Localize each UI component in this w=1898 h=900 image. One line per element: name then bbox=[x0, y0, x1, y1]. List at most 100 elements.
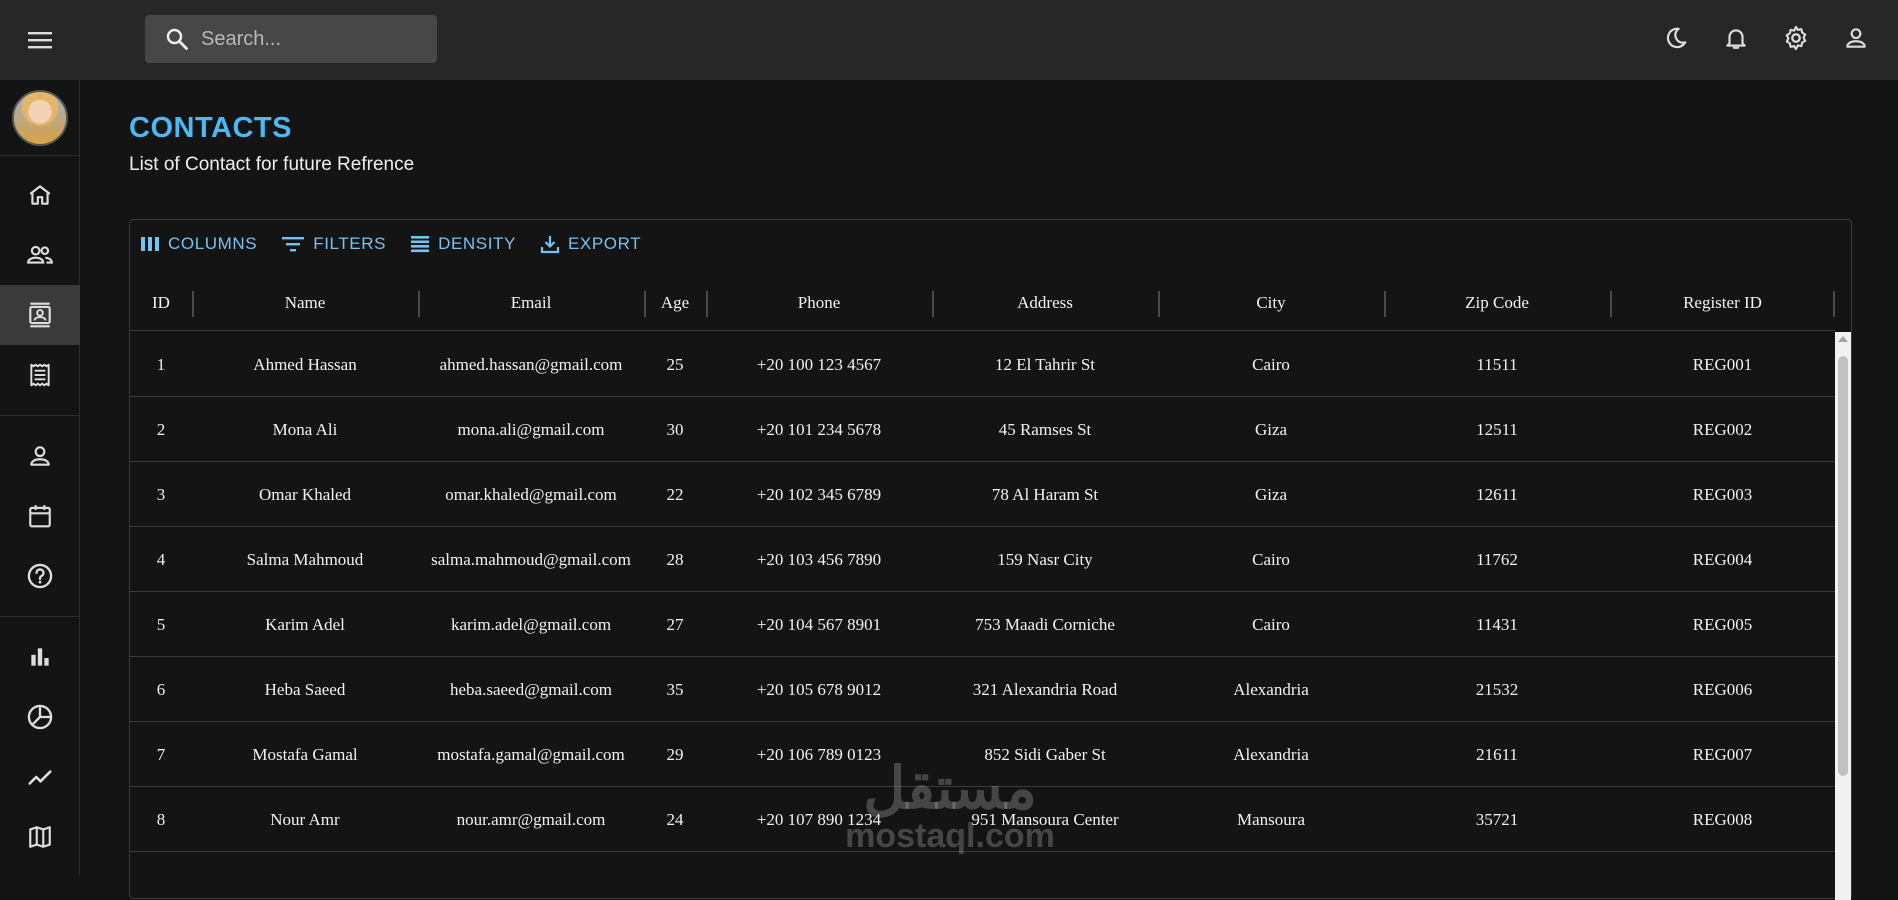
sidebar-item-invoices[interactable] bbox=[0, 345, 80, 405]
cell-id[interactable]: 8 bbox=[130, 787, 192, 852]
table-row[interactable]: 6 Heba Saeed heba.saeed@gmail.com 35 +20 105… bbox=[130, 657, 1835, 722]
cell-id[interactable]: 2 bbox=[130, 397, 192, 462]
cell-age[interactable]: 35 bbox=[644, 657, 706, 722]
sidebar-item-calendar[interactable] bbox=[0, 486, 80, 546]
cell-age[interactable]: 29 bbox=[644, 722, 706, 787]
cell-id[interactable]: 4 bbox=[130, 527, 192, 592]
cell-register-id[interactable]: REG004 bbox=[1610, 527, 1835, 592]
column-header-address[interactable]: Address bbox=[932, 275, 1158, 331]
sidebar-item-bar-chart[interactable] bbox=[0, 627, 80, 687]
cell-email[interactable]: nour.amr@gmail.com bbox=[418, 787, 644, 852]
column-header-city[interactable]: City bbox=[1158, 275, 1384, 331]
cell-register-id[interactable]: REG002 bbox=[1610, 397, 1835, 462]
cell-age[interactable]: 22 bbox=[644, 462, 706, 527]
cell-address[interactable]: 45 Ramses St bbox=[932, 397, 1158, 462]
cell-zip-code[interactable]: 21611 bbox=[1384, 722, 1610, 787]
cell-city[interactable]: Cairo bbox=[1158, 527, 1384, 592]
cell-phone[interactable]: +20 107 890 1234 bbox=[706, 787, 932, 852]
vertical-scrollbar[interactable] bbox=[1835, 332, 1851, 900]
sidebar-item-faq[interactable] bbox=[0, 546, 80, 606]
cell-city[interactable]: Mansoura bbox=[1158, 787, 1384, 852]
cell-age[interactable]: 25 bbox=[644, 332, 706, 397]
table-row[interactable]: 7 Mostafa Gamal mostafa.gamal@gmail.com 29 +… bbox=[130, 722, 1835, 787]
cell-address[interactable]: 321 Alexandria Road bbox=[932, 657, 1158, 722]
cell-address[interactable]: 159 Nasr City bbox=[932, 527, 1158, 592]
cell-phone[interactable]: +20 104 567 8901 bbox=[706, 592, 932, 657]
sidebar-item-pie-chart[interactable] bbox=[0, 687, 80, 747]
column-header-id[interactable]: ID bbox=[130, 275, 192, 331]
sidebar-item-dashboard[interactable] bbox=[0, 165, 80, 225]
table-row[interactable]: 8 Nour Amr nour.amr@gmail.com 24 +20 107 890… bbox=[130, 787, 1835, 852]
cell-zip-code[interactable]: 11431 bbox=[1384, 592, 1610, 657]
cell-city[interactable]: Alexandria bbox=[1158, 722, 1384, 787]
cell-phone[interactable]: +20 100 123 4567 bbox=[706, 332, 932, 397]
profile-button[interactable] bbox=[1838, 20, 1874, 56]
cell-id[interactable]: 3 bbox=[130, 462, 192, 527]
cell-address[interactable]: 12 El Tahrir St bbox=[932, 332, 1158, 397]
table-row[interactable]: 1 Ahmed Hassan ahmed.hassan@gmail.com 25 +20… bbox=[130, 332, 1835, 397]
cell-zip-code[interactable]: 11762 bbox=[1384, 527, 1610, 592]
cell-name[interactable]: Mostafa Gamal bbox=[192, 722, 418, 787]
cell-city[interactable]: Cairo bbox=[1158, 332, 1384, 397]
table-row[interactable]: 4 Salma Mahmoud salma.mahmoud@gmail.com 28 +… bbox=[130, 527, 1835, 592]
cell-zip-code[interactable]: 35721 bbox=[1384, 787, 1610, 852]
column-header-register-id[interactable]: Register ID bbox=[1610, 275, 1835, 331]
cell-zip-code[interactable]: 12511 bbox=[1384, 397, 1610, 462]
cell-address[interactable]: 753 Maadi Corniche bbox=[932, 592, 1158, 657]
cell-name[interactable]: Salma Mahmoud bbox=[192, 527, 418, 592]
cell-city[interactable]: Cairo bbox=[1158, 592, 1384, 657]
column-header-email[interactable]: Email bbox=[418, 275, 644, 331]
cell-age[interactable]: 30 bbox=[644, 397, 706, 462]
column-separator[interactable] bbox=[1833, 291, 1835, 317]
column-header-zip-code[interactable]: Zip Code bbox=[1384, 275, 1610, 331]
cell-address[interactable]: 951 Mansoura Center bbox=[932, 787, 1158, 852]
menu-button[interactable] bbox=[22, 22, 58, 58]
dark-mode-button[interactable] bbox=[1658, 20, 1694, 56]
column-header-phone[interactable]: Phone bbox=[706, 275, 932, 331]
column-header-age[interactable]: Age bbox=[644, 275, 706, 331]
cell-id[interactable]: 5 bbox=[130, 592, 192, 657]
cell-phone[interactable]: +20 105 678 9012 bbox=[706, 657, 932, 722]
cell-city[interactable]: Giza bbox=[1158, 462, 1384, 527]
cell-register-id[interactable]: REG008 bbox=[1610, 787, 1835, 852]
avatar[interactable] bbox=[12, 90, 68, 146]
sidebar-item-contacts[interactable] bbox=[0, 285, 80, 345]
cell-name[interactable]: Nour Amr bbox=[192, 787, 418, 852]
cell-email[interactable]: heba.saeed@gmail.com bbox=[418, 657, 644, 722]
cell-phone[interactable]: +20 102 345 6789 bbox=[706, 462, 932, 527]
density-button[interactable]: DENSITY bbox=[410, 234, 516, 254]
sidebar-item-profile-form[interactable] bbox=[0, 426, 80, 486]
cell-name[interactable]: Mona Ali bbox=[192, 397, 418, 462]
settings-button[interactable] bbox=[1778, 20, 1814, 56]
cell-email[interactable]: mostafa.gamal@gmail.com bbox=[418, 722, 644, 787]
cell-register-id[interactable]: REG006 bbox=[1610, 657, 1835, 722]
cell-name[interactable]: Ahmed Hassan bbox=[192, 332, 418, 397]
cell-zip-code[interactable]: 21532 bbox=[1384, 657, 1610, 722]
cell-register-id[interactable]: REG007 bbox=[1610, 722, 1835, 787]
cell-register-id[interactable]: REG005 bbox=[1610, 592, 1835, 657]
sidebar-item-line-chart[interactable] bbox=[0, 747, 80, 807]
cell-name[interactable]: Omar Khaled bbox=[192, 462, 418, 527]
cell-zip-code[interactable]: 12611 bbox=[1384, 462, 1610, 527]
cell-city[interactable]: Alexandria bbox=[1158, 657, 1384, 722]
cell-address[interactable]: 852 Sidi Gaber St bbox=[932, 722, 1158, 787]
cell-email[interactable]: omar.khaled@gmail.com bbox=[418, 462, 644, 527]
cell-name[interactable]: Karim Adel bbox=[192, 592, 418, 657]
filters-button[interactable]: FILTERS bbox=[281, 234, 386, 254]
cell-id[interactable]: 1 bbox=[130, 332, 192, 397]
table-row[interactable]: 2 Mona Ali mona.ali@gmail.com 30 +20 101 234… bbox=[130, 397, 1835, 462]
cell-id[interactable]: 7 bbox=[130, 722, 192, 787]
table-row[interactable]: 5 Karim Adel karim.adel@gmail.com 27 +20 104… bbox=[130, 592, 1835, 657]
cell-email[interactable]: mona.ali@gmail.com bbox=[418, 397, 644, 462]
cell-phone[interactable]: +20 103 456 7890 bbox=[706, 527, 932, 592]
cell-email[interactable]: karim.adel@gmail.com bbox=[418, 592, 644, 657]
cell-name[interactable]: Heba Saeed bbox=[192, 657, 418, 722]
cell-email[interactable]: salma.mahmoud@gmail.com bbox=[418, 527, 644, 592]
export-button[interactable]: EXPORT bbox=[540, 234, 641, 254]
table-row[interactable]: 3 Omar Khaled omar.khaled@gmail.com 22 +20 1… bbox=[130, 462, 1835, 527]
cell-age[interactable]: 24 bbox=[644, 787, 706, 852]
cell-id[interactable]: 6 bbox=[130, 657, 192, 722]
cell-age[interactable]: 27 bbox=[644, 592, 706, 657]
search-box[interactable] bbox=[145, 15, 437, 63]
columns-button[interactable]: COLUMNS bbox=[140, 234, 257, 254]
